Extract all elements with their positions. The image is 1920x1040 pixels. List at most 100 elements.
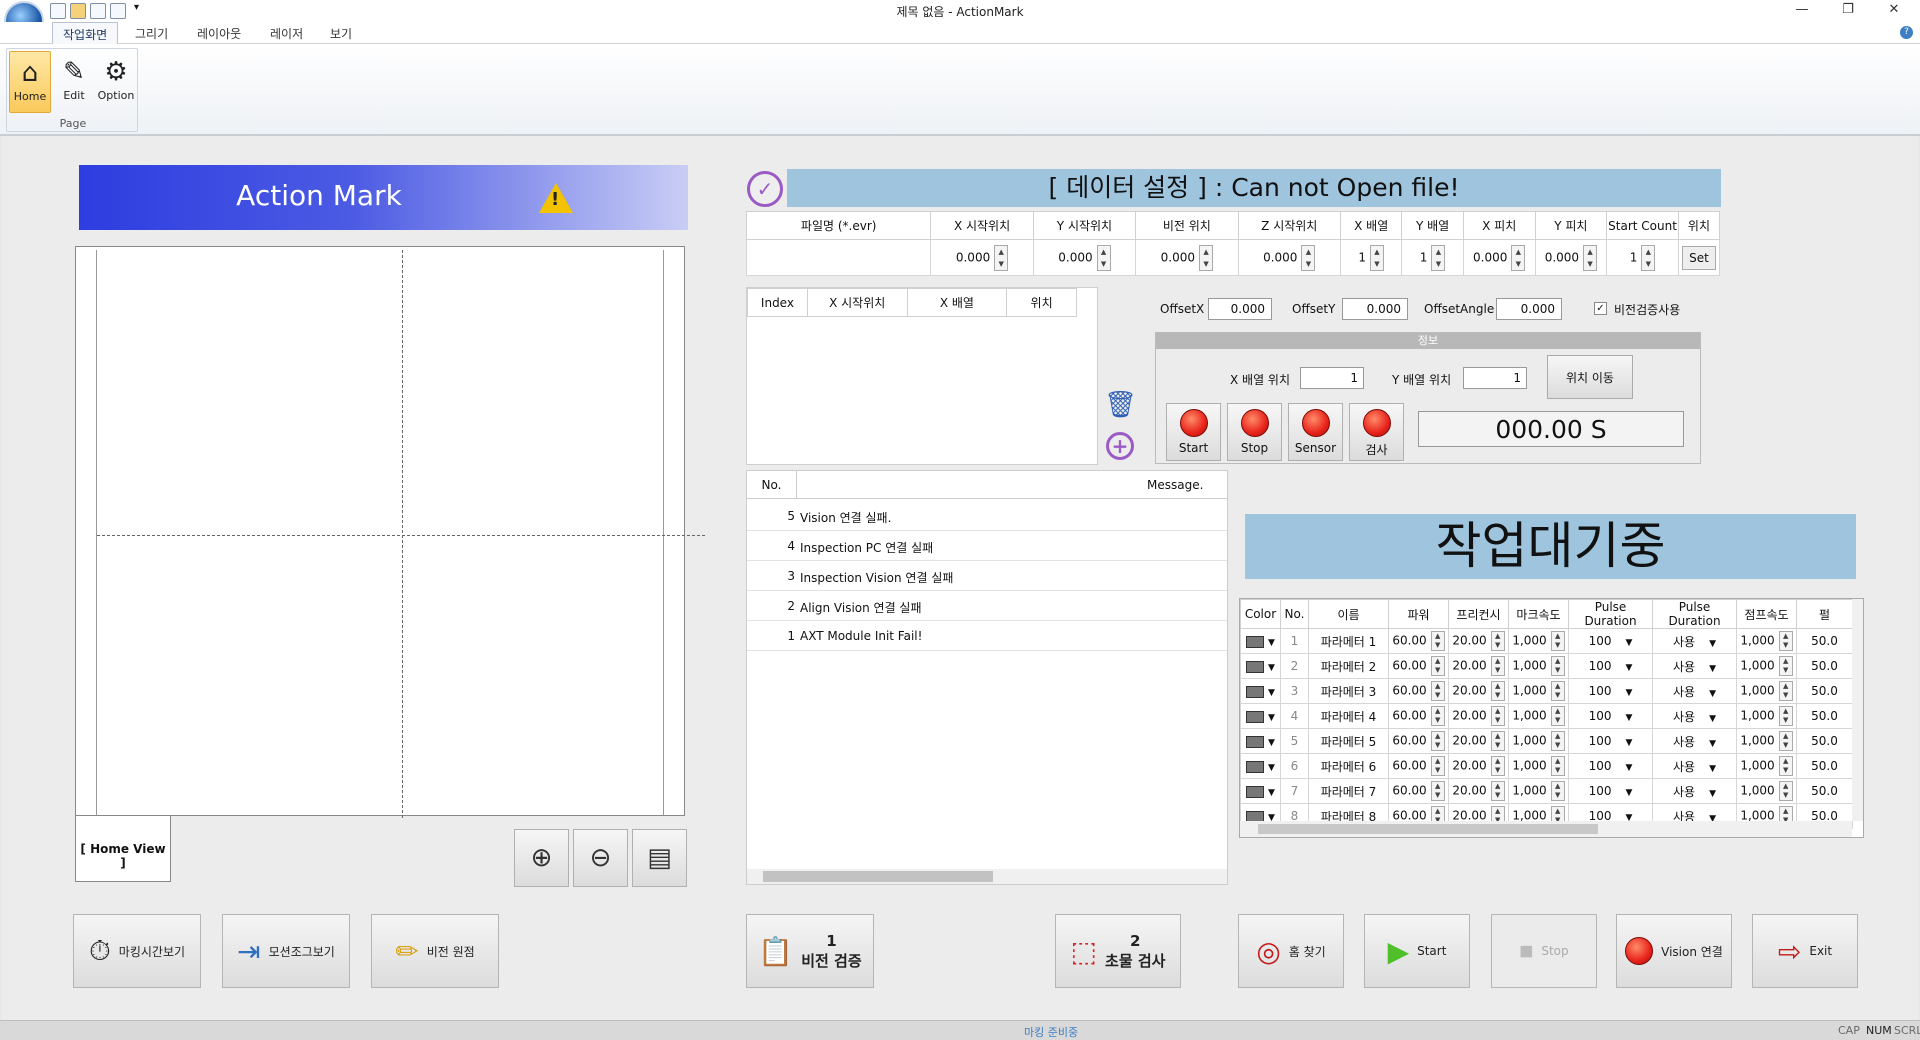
info-start-button[interactable]: Start [1166,403,1221,461]
param-no-value[interactable]: 1 [1291,634,1299,648]
parameter-row[interactable]: ▼ 7 파라메터 7 60.00 ▲ ▼ 20.00 ▲ ▼ 1,000 ▲ ▼ 100 ▼ 사용 ▼ 1,00… [1240,778,1853,804]
color-swatch[interactable] [1246,760,1265,773]
param-frequency-value[interactable]: 20.00 [1452,709,1486,723]
param-no-value[interactable]: 5 [1291,734,1299,748]
spinner-icon[interactable]: ▲ ▼ [1778,756,1793,776]
param-frequency[interactable]: 20.00 ▲ ▼ [1448,653,1509,679]
param-pulse[interactable]: 50.0 [1796,753,1853,779]
color-swatch[interactable] [1246,685,1265,698]
param-pulse-duration-1-value[interactable]: 100 [1589,634,1612,648]
menu-tab-work[interactable]: 작업화면 [52,22,119,45]
param-pulse[interactable]: 50.0 [1796,778,1853,804]
exit-button[interactable]: ⇨ Exit [1752,914,1858,988]
param-jump-speed-value[interactable]: 1,000 [1740,734,1774,748]
chevron-down-icon[interactable]: ▼ [1625,788,1632,798]
vision-pos-field[interactable]: 0.000 ▲ ▼ [1135,239,1239,276]
param-pulse-duration-2[interactable]: 사용 ▼ [1652,728,1737,754]
spinner-icon[interactable]: ▲ ▼ [1550,681,1565,701]
param-name-value[interactable]: 파라메터 1 [1321,635,1377,649]
param-no[interactable]: 3 [1280,678,1309,704]
param-frequency-value[interactable]: 20.00 [1452,784,1486,798]
view-document-button[interactable]: ▤ [632,829,687,887]
param-frequency-value[interactable]: 20.00 [1452,684,1486,698]
param-jump-speed-value[interactable]: 1,000 [1740,709,1774,723]
message-log[interactable]: No. Message. 5 Vision 연결 실패. 4 Inspectio… [746,470,1228,885]
param-jump-speed-value[interactable]: 1,000 [1740,759,1774,773]
param-no[interactable]: 5 [1280,728,1309,754]
chevron-down-icon[interactable]: ▼ [1709,639,1716,649]
param-pulse-duration-1[interactable]: 100 ▼ [1568,778,1653,804]
parameter-row[interactable]: ▼ 3 파라메터 3 60.00 ▲ ▼ 20.00 ▲ ▼ 1,000 ▲ ▼ 100 ▼ 사용 ▼ 1,00… [1240,678,1853,704]
param-pulse-duration-2[interactable]: 사용 ▼ [1652,678,1737,704]
ribbon-option-button[interactable]: ⚙ Option [95,51,137,113]
chevron-down-icon[interactable]: ▼ [1625,763,1632,773]
info-sensor-button[interactable]: Sensor [1288,403,1343,461]
chevron-down-icon[interactable]: ▼ [1268,688,1275,698]
set-button-label[interactable]: Set [1682,245,1716,270]
param-no[interactable]: 4 [1280,703,1309,729]
home-view-tab[interactable]: [ Home View ] [75,816,171,882]
param-pulse-duration-1-value[interactable]: 100 [1589,709,1612,723]
param-jump-speed[interactable]: 1,000 ▲ ▼ [1736,728,1797,754]
first-article-inspect-button[interactable]: ⬚ 2 초물 검사 [1055,914,1181,988]
color-swatch[interactable] [1246,735,1265,748]
y-start-field[interactable]: 0.000 ▲ ▼ [1032,239,1137,276]
param-no-value[interactable]: 3 [1291,684,1299,698]
scrollbar-thumb[interactable] [1258,824,1598,834]
save-as-icon[interactable] [110,3,126,19]
chevron-down-icon[interactable]: ▼ [1709,689,1716,699]
param-power[interactable]: 60.00 ▲ ▼ [1388,703,1449,729]
parameter-grid[interactable]: Color No. 이름 파워 프리컨시 마크속도 Pulse Duration… [1240,599,1853,829]
param-pulse-duration-1-value[interactable]: 100 [1589,784,1612,798]
y-pos-input[interactable]: 1 [1463,367,1527,389]
param-pulse-value[interactable]: 50.0 [1811,684,1838,698]
message-hscrollbar[interactable] [747,869,1227,884]
x-pos-input[interactable]: 1 [1300,367,1364,389]
param-pulse-value[interactable]: 50.0 [1811,709,1838,723]
param-name-value[interactable]: 파라메터 3 [1321,685,1377,699]
color-picker[interactable]: ▼ [1240,778,1281,804]
y-start-value[interactable]: 0.000 [1058,250,1092,264]
param-pulse[interactable]: 50.0 [1796,703,1853,729]
spinner-icon[interactable]: ▲ ▼ [1550,631,1565,651]
quick-access-dropdown-icon[interactable]: ▾ [134,2,139,13]
spinner-icon[interactable]: ▲ ▼ [1490,781,1505,801]
color-picker[interactable]: ▼ [1240,728,1281,754]
param-pulse-value[interactable]: 50.0 [1811,634,1838,648]
close-button[interactable]: ✕ [1880,2,1908,20]
x-array-value[interactable]: 1 [1358,250,1366,264]
param-pulse-duration-2-value[interactable]: 사용 [1673,635,1695,649]
param-pulse[interactable]: 50.0 [1796,728,1853,754]
message-row[interactable]: 2 Align Vision 연결 실패 [747,591,1227,621]
param-frequency[interactable]: 20.00 ▲ ▼ [1448,703,1509,729]
chevron-down-icon[interactable]: ▼ [1709,764,1716,774]
start-count-field[interactable]: 1 ▲ ▼ [1606,239,1679,276]
x-pitch-value[interactable]: 0.000 [1473,250,1507,264]
spinner-icon[interactable]: ▲ ▼ [1096,244,1111,271]
param-pulse[interactable]: 50.0 [1796,678,1853,704]
parameter-row[interactable]: ▼ 6 파라메터 6 60.00 ▲ ▼ 20.00 ▲ ▼ 1,000 ▲ ▼ 100 ▼ 사용 ▼ 1,00… [1240,753,1853,779]
param-pulse-duration-1[interactable]: 100 ▼ [1568,628,1653,654]
filename-field[interactable] [745,239,932,276]
spinner-icon[interactable]: ▲ ▼ [994,244,1009,271]
chevron-down-icon[interactable]: ▼ [1625,738,1632,748]
chevron-down-icon[interactable]: ▼ [1268,638,1275,648]
spinner-icon[interactable]: ▲ ▼ [1583,244,1598,271]
param-name[interactable]: 파라메터 6 [1308,753,1389,779]
help-icon[interactable]: ? [1900,26,1913,39]
spinner-icon[interactable]: ▲ ▼ [1430,781,1445,801]
spinner-icon[interactable]: ▲ ▼ [1490,706,1505,726]
stop-button[interactable]: ⏹ Stop [1491,914,1597,988]
trash-icon[interactable]: 🗑 [1104,390,1137,422]
spinner-icon[interactable]: ▲ ▼ [1301,244,1316,271]
spinner-icon[interactable]: ▲ ▼ [1550,706,1565,726]
param-power[interactable]: 60.00 ▲ ▼ [1388,678,1449,704]
start-button[interactable]: ▶ Start [1364,914,1470,988]
param-name[interactable]: 파라메터 5 [1308,728,1389,754]
param-power-value[interactable]: 60.00 [1392,634,1426,648]
maximize-button[interactable]: ❐ [1834,2,1862,20]
index-table[interactable]: Index X 시작위치 X 배열 위치 [746,287,1098,465]
y-pitch-value[interactable]: 0.000 [1545,250,1579,264]
param-no[interactable]: 6 [1280,753,1309,779]
param-pulse-duration-1[interactable]: 100 ▼ [1568,678,1653,704]
